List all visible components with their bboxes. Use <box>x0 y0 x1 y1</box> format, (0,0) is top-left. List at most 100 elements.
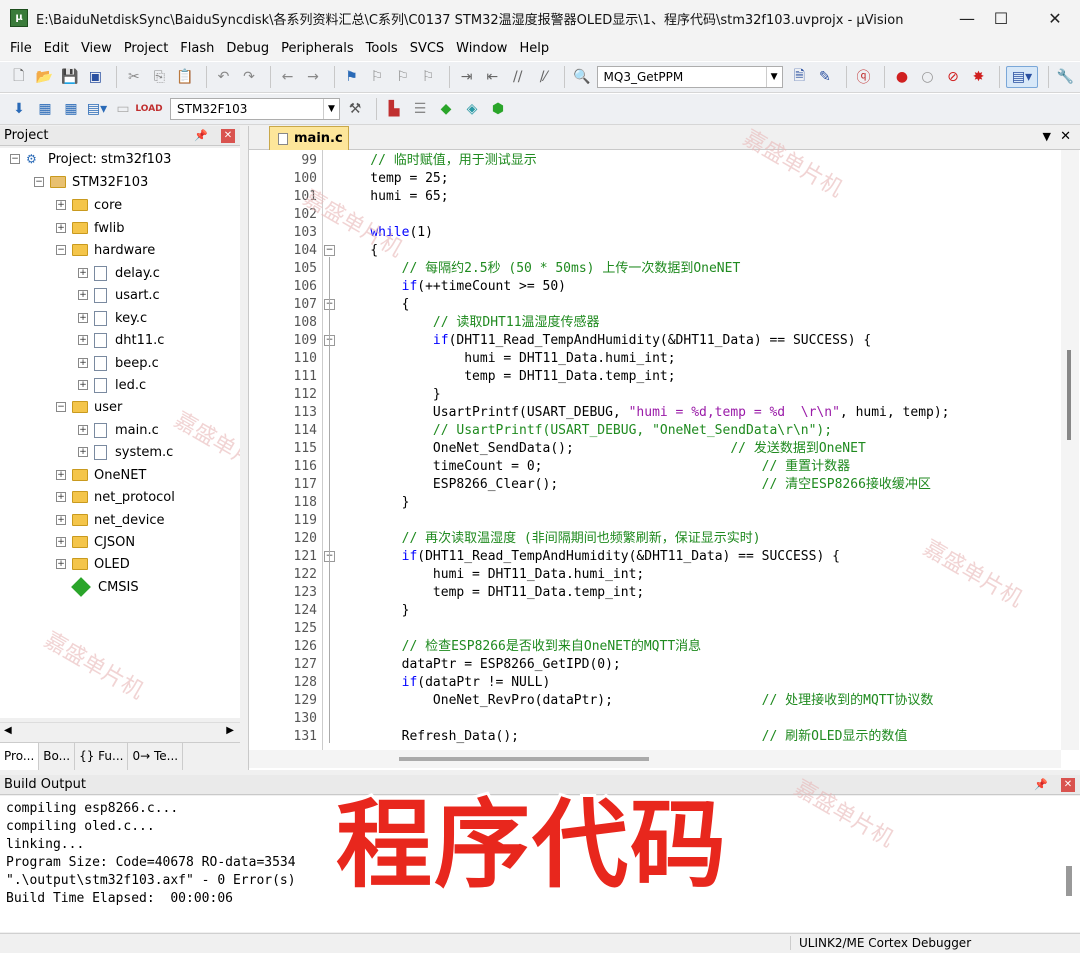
tab-list-icon[interactable]: ▼ <box>1043 130 1051 143</box>
menu-peripherals[interactable]: Peripherals <box>275 41 360 56</box>
breakpoint-icon[interactable]: ● <box>891 66 913 88</box>
chevron-down-icon[interactable]: ▼ <box>323 99 339 119</box>
tree-file[interactable]: + usart.c <box>78 284 160 306</box>
menu-tools[interactable]: Tools <box>360 41 404 56</box>
menu-file[interactable]: File <box>4 41 38 56</box>
disable-breakpoint-icon[interactable]: ○ <box>917 66 939 88</box>
cut-icon[interactable]: ✂ <box>123 66 145 88</box>
prev-bookmark-icon[interactable]: ⚐ <box>366 66 388 88</box>
disable-all-breakpoints-icon[interactable]: ⊘ <box>942 66 964 88</box>
collapse-icon[interactable]: − <box>10 154 20 164</box>
scroll-thumb[interactable] <box>1067 350 1071 440</box>
tab-books[interactable]: Bo... <box>39 743 76 770</box>
undo-icon[interactable]: ↶ <box>213 66 235 88</box>
pack-installer-icon[interactable]: ⬢ <box>487 98 509 120</box>
indent-icon[interactable]: ⇥ <box>456 66 478 88</box>
scroll-right-icon[interactable]: ▶ <box>226 725 234 736</box>
window-layout-icon[interactable]: ▤▾ <box>1006 66 1038 88</box>
scroll-thumb[interactable] <box>399 757 649 761</box>
menu-svcs[interactable]: SVCS <box>404 41 450 56</box>
menu-help[interactable]: Help <box>513 41 555 56</box>
expand-icon[interactable]: + <box>78 425 88 435</box>
tree-file[interactable]: + led.c <box>78 374 146 396</box>
menu-view[interactable]: View <box>75 41 118 56</box>
expand-icon[interactable]: + <box>78 268 88 278</box>
kill-all-breakpoints-icon[interactable]: ✸ <box>968 66 990 88</box>
build-icon[interactable]: ▦ <box>34 98 56 120</box>
select-software-packs-icon[interactable]: ◈ <box>461 98 483 120</box>
tree-group-onenet[interactable]: + OneNET <box>56 464 146 486</box>
find-in-files-icon[interactable]: 🔍 <box>571 66 593 88</box>
next-bookmark-icon[interactable]: ⚐ <box>392 66 414 88</box>
tree-file[interactable]: + dht11.c <box>78 329 164 351</box>
comment-icon[interactable]: // <box>507 66 529 88</box>
expand-icon[interactable]: + <box>56 200 66 210</box>
close-icon[interactable]: ✕ <box>221 129 235 143</box>
manage-run-time-environment-icon[interactable]: ◆ <box>435 98 457 120</box>
fold-toggle-icon[interactable]: − <box>324 245 335 256</box>
editor-vertical-scrollbar[interactable] <box>1061 150 1079 750</box>
tree-group-hardware[interactable]: − hardware <box>56 239 155 261</box>
tree-file[interactable]: + main.c <box>78 419 159 441</box>
tree-group-net-device[interactable]: + net_device <box>56 509 165 531</box>
translate-icon[interactable]: ⬇ <box>8 98 30 120</box>
uncomment-icon[interactable]: /⁄ <box>532 66 554 88</box>
batch-build-icon[interactable]: ▤▾ <box>86 98 108 120</box>
project-horizontal-scrollbar[interactable]: ◀ ▶ <box>0 722 240 740</box>
paste-icon[interactable]: 📋 <box>174 66 196 88</box>
tree-group-cjson[interactable]: + CJSON <box>56 531 135 553</box>
code-editor[interactable]: main.c ▼ ✕ 99 100 101 102 103 104 105 106 107 108… <box>248 126 1080 770</box>
tree-file[interactable]: + beep.c <box>78 352 159 374</box>
expand-icon[interactable]: + <box>56 515 66 525</box>
close-icon[interactable]: ✕ <box>1061 778 1075 792</box>
expand-icon[interactable]: + <box>56 559 66 569</box>
target-combo[interactable]: STM32F103 ▼ <box>170 98 340 120</box>
target-options-icon[interactable]: ⚒ <box>344 98 366 120</box>
nav-forward-icon[interactable]: → <box>302 66 324 88</box>
tree-group-net-protocol[interactable]: + net_protocol <box>56 486 175 508</box>
tree-root[interactable]: − ⚙ Project: stm32f103 <box>10 148 171 170</box>
menu-project[interactable]: Project <box>118 41 174 56</box>
unindent-icon[interactable]: ⇤ <box>481 66 503 88</box>
scroll-left-icon[interactable]: ◀ <box>4 725 12 736</box>
tree-file[interactable]: + delay.c <box>78 262 160 284</box>
incremental-find-icon[interactable]: ✎ <box>814 66 836 88</box>
pin-icon[interactable]: 📌 <box>194 129 208 142</box>
download-icon[interactable]: LOAD <box>135 98 162 120</box>
menu-window[interactable]: Window <box>450 41 513 56</box>
nav-back-icon[interactable]: ← <box>277 66 299 88</box>
expand-icon[interactable]: + <box>78 358 88 368</box>
find-combo[interactable]: MQ3_GetPPM ▼ <box>596 66 783 88</box>
new-file-icon[interactable]: 🗋 <box>8 66 30 88</box>
expand-icon[interactable]: + <box>56 470 66 480</box>
collapse-icon[interactable]: − <box>56 402 66 412</box>
menu-debug[interactable]: Debug <box>220 41 275 56</box>
expand-icon[interactable]: + <box>78 447 88 457</box>
menu-flash[interactable]: Flash <box>174 41 220 56</box>
rebuild-icon[interactable]: ▦ <box>60 98 82 120</box>
tree-group-fwlib[interactable]: + fwlib <box>56 217 124 239</box>
debug-session-icon[interactable]: ⓠ <box>853 66 875 88</box>
copy-icon[interactable]: ⎘ <box>149 66 171 88</box>
editor-horizontal-scrollbar[interactable] <box>249 750 1061 768</box>
maximize-button[interactable]: ☐ <box>978 0 1024 36</box>
tab-project[interactable]: Pro... <box>0 743 40 770</box>
find-icon[interactable]: 🗎 <box>789 66 811 88</box>
collapse-icon[interactable]: − <box>34 177 44 187</box>
chevron-down-icon[interactable]: ▼ <box>765 67 782 87</box>
build-scroll-thumb[interactable] <box>1066 866 1072 896</box>
pin-icon[interactable]: 📌 <box>1034 778 1048 791</box>
tree-group-cmsis[interactable]: CMSIS <box>71 576 139 598</box>
save-all-icon[interactable]: ▣ <box>85 66 107 88</box>
close-tab-icon[interactable]: ✕ <box>1060 129 1071 144</box>
expand-icon[interactable]: + <box>56 492 66 502</box>
menu-edit[interactable]: Edit <box>38 41 75 56</box>
expand-icon[interactable]: + <box>56 537 66 547</box>
expand-icon[interactable]: + <box>78 335 88 345</box>
expand-icon[interactable]: + <box>56 223 66 233</box>
clear-bookmarks-icon[interactable]: ⚐ <box>417 66 439 88</box>
configure-icon[interactable]: 🔧 <box>1055 66 1077 88</box>
tree-group-core[interactable]: + core <box>56 194 122 216</box>
bookmark-icon[interactable]: ⚑ <box>341 66 363 88</box>
tab-templates[interactable]: 0→ Te... <box>128 743 184 770</box>
